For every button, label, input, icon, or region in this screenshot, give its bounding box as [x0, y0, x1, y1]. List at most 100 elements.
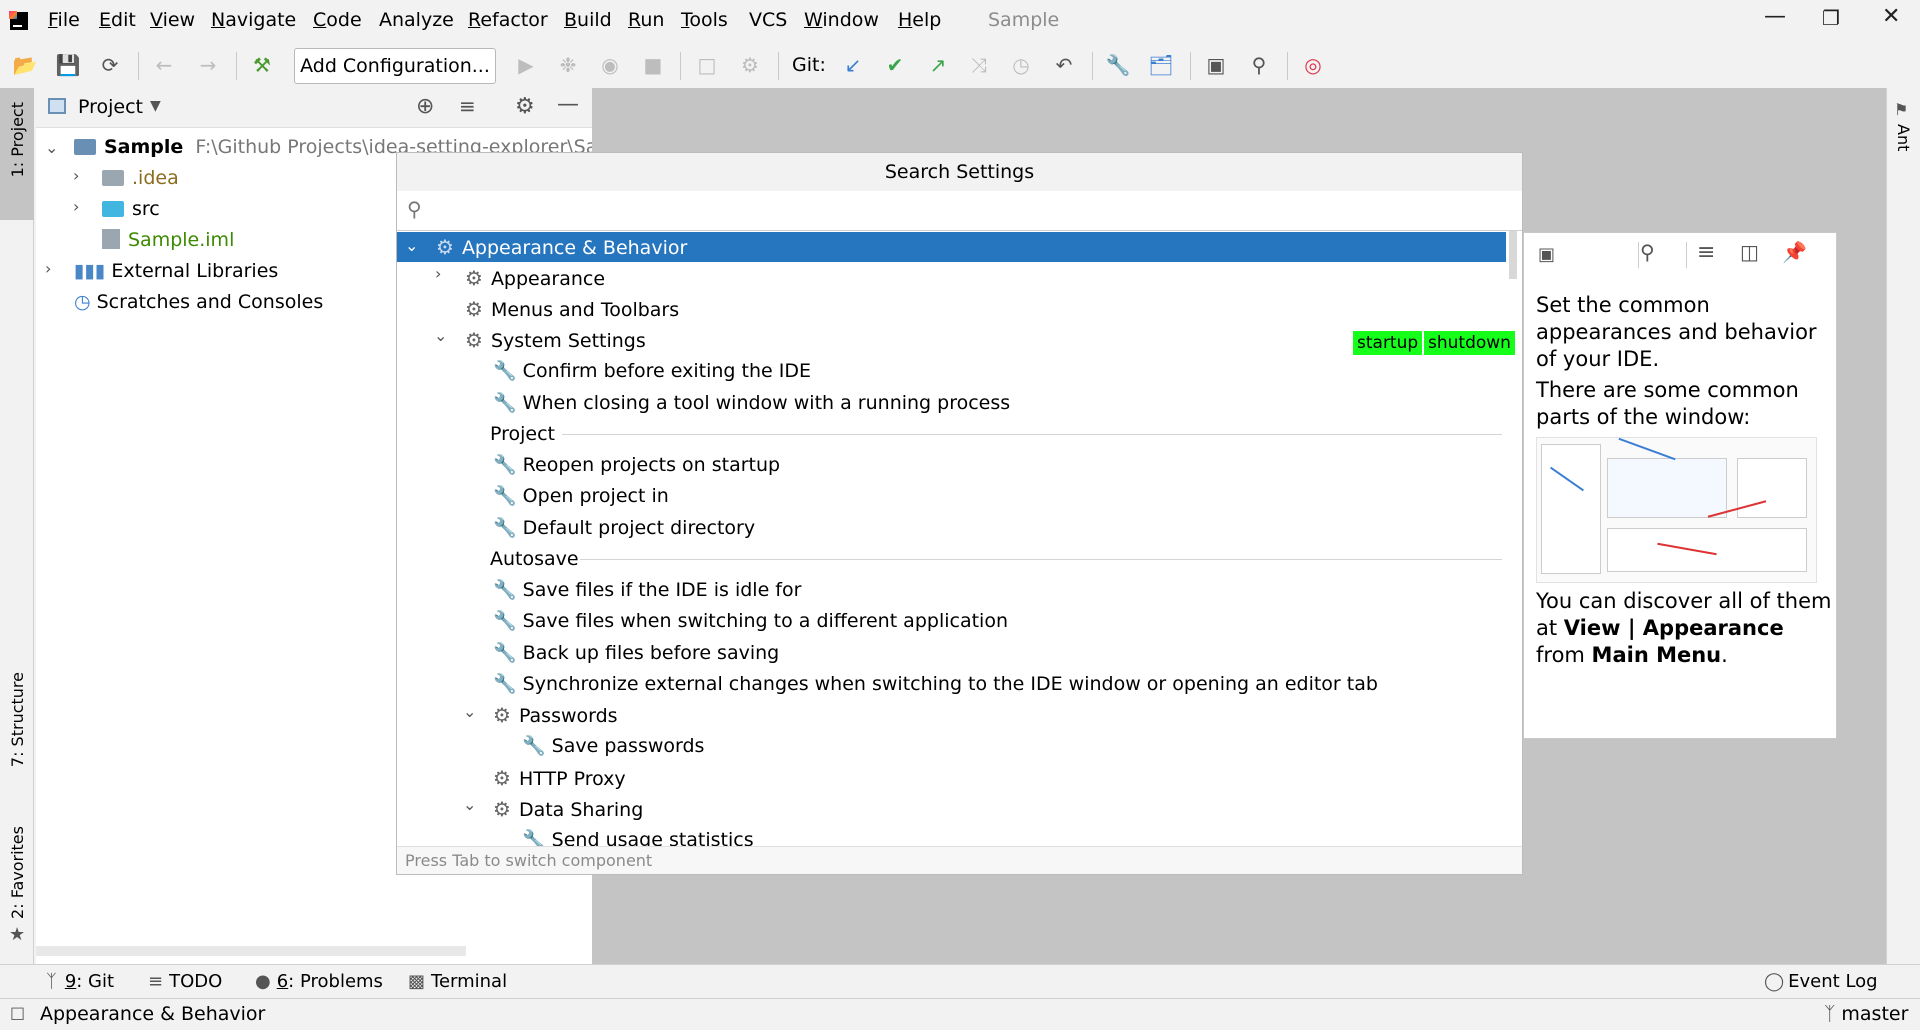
section-project: Project	[490, 423, 556, 445]
forward-arrow-icon[interactable]: →	[195, 52, 221, 78]
collapse-all-icon[interactable]: ≡	[459, 94, 476, 118]
tree-item-iml[interactable]: Sample.iml	[102, 229, 234, 251]
wrench-icon: 🔧	[493, 485, 517, 507]
attach-debugger-icon[interactable]: □	[694, 52, 720, 78]
tab-problems[interactable]: ● 6: Problems	[255, 971, 383, 992]
terminal-window-icon[interactable]: ▣	[1203, 52, 1229, 78]
setting-sync-external[interactable]: 🔧 Synchronize external changes when switc…	[493, 669, 1378, 699]
expanded-chevron-icon[interactable]: ⌄	[434, 326, 447, 345]
horizontal-scrollbar[interactable]	[36, 946, 466, 956]
setting-confirm-exit[interactable]: 🔧 Confirm before exiting the IDE	[493, 356, 811, 386]
search-everywhere-icon[interactable]: ⚲	[1246, 52, 1272, 78]
menu-refactor[interactable]: Refactor	[468, 9, 548, 31]
menu-window[interactable]: Window	[804, 9, 879, 31]
back-arrow-icon[interactable]: ←	[151, 52, 177, 78]
split-view-icon[interactable]: ◫	[1740, 240, 1759, 264]
git-branch-widget[interactable]: ᛉ master	[1824, 1003, 1908, 1025]
coverage-icon[interactable]: ◉	[597, 52, 623, 78]
tab-todo[interactable]: ≡ TODO	[148, 971, 222, 992]
setting-data-sharing[interactable]: ⚙ Data Sharing	[493, 794, 643, 824]
collapsed-chevron-icon[interactable]: ›	[73, 166, 79, 185]
gear-icon: ⚙	[465, 297, 483, 321]
tab-event-log[interactable]: ◯ Event Log	[1764, 971, 1878, 992]
tab-ant[interactable]: Ant	[1894, 124, 1913, 151]
expand-chevron-icon[interactable]: ⌄	[45, 138, 58, 157]
tab-terminal[interactable]: ▩ Terminal	[408, 971, 507, 992]
chevron-down-icon[interactable]: ▼	[150, 98, 161, 114]
minimize-icon[interactable]: —	[1764, 4, 1786, 29]
setting-passwords[interactable]: ⚙ Passwords	[493, 700, 618, 730]
status-toggle-icon[interactable]: □	[10, 1003, 25, 1022]
tree-item-external-libraries[interactable]: ▮▮▮ External Libraries	[74, 260, 278, 282]
find-usages-icon[interactable]: ⚲	[1640, 240, 1655, 264]
close-window-icon[interactable]: ✕	[1882, 4, 1900, 29]
menu-tools[interactable]: Tools	[681, 9, 728, 31]
setting-reopen-projects[interactable]: 🔧 Reopen projects on startup	[493, 450, 780, 480]
setting-backup-files[interactable]: 🔧 Back up files before saving	[493, 638, 779, 668]
git-update-icon[interactable]: ↙	[840, 52, 866, 78]
expanded-chevron-icon[interactable]: ⌄	[405, 236, 418, 255]
stop-icon[interactable]: ■	[640, 52, 666, 78]
pin-icon[interactable]: 📌	[1782, 240, 1807, 264]
tab-favorites[interactable]: 2: Favorites	[8, 826, 27, 919]
setting-send-usage[interactable]: 🔧 Send usage statistics	[522, 825, 754, 846]
setting-save-switching[interactable]: 🔧 Save files when switching to a differen…	[493, 606, 1008, 636]
tab-git[interactable]: ᛉ 9: Git	[46, 971, 114, 992]
menu-analyze[interactable]: Analyze	[379, 9, 454, 31]
git-history-icon[interactable]: ◷	[1008, 52, 1034, 78]
save-all-icon[interactable]: 💾	[55, 52, 81, 78]
git-push-icon[interactable]: ↗	[925, 52, 951, 78]
project-view-selector[interactable]: Project	[78, 96, 143, 118]
profiler-icon[interactable]: ⚙	[737, 52, 763, 78]
setting-menus-toolbars[interactable]: ⚙ Menus and Toolbars	[465, 294, 679, 324]
setting-system-settings[interactable]: ⚙ System Settings	[465, 325, 646, 355]
menu-build[interactable]: Build	[564, 9, 612, 31]
settings-search-input[interactable]	[437, 195, 1507, 225]
panel-gear-icon[interactable]: ⚙	[515, 94, 535, 119]
debug-icon[interactable]: ❉	[555, 52, 581, 78]
expanded-chevron-icon[interactable]: ⌄	[463, 702, 476, 721]
hide-panel-icon[interactable]: —	[557, 92, 579, 117]
git-commit-icon[interactable]: ✔	[882, 52, 908, 78]
plugin-target-icon[interactable]: ◎	[1300, 52, 1326, 78]
settings-wrench-icon[interactable]: 🔧	[1105, 52, 1131, 78]
rollback-icon[interactable]: ↶	[1051, 52, 1077, 78]
restore-icon[interactable]: ❐	[1822, 6, 1840, 30]
run-icon[interactable]: ▶	[513, 52, 539, 78]
tree-scrollbar-thumb[interactable]	[1509, 231, 1517, 279]
menu-navigate[interactable]: Navigate	[211, 9, 296, 31]
menu-edit[interactable]: Edit	[99, 9, 136, 31]
setting-http-proxy[interactable]: ⚙ HTTP Proxy	[493, 763, 626, 793]
collapsed-chevron-icon[interactable]: ›	[73, 197, 79, 216]
tree-item-src[interactable]: src	[102, 198, 160, 220]
build-hammer-icon[interactable]: ⚒	[249, 52, 275, 78]
edit-source-icon[interactable]: ▣	[1538, 244, 1555, 265]
menu-vcs[interactable]: VCS	[749, 9, 787, 31]
menu-view[interactable]: View	[150, 9, 195, 31]
open-folder-icon[interactable]: 📂	[12, 52, 38, 78]
menu-file[interactable]: File	[48, 9, 80, 31]
expanded-chevron-icon[interactable]: ⌄	[463, 795, 476, 814]
setting-save-idle[interactable]: 🔧 Save files if the IDE is idle for	[493, 575, 801, 605]
setting-save-passwords[interactable]: 🔧 Save passwords	[522, 731, 704, 761]
list-view-icon[interactable]: ≡	[1697, 240, 1715, 265]
setting-default-project-dir[interactable]: 🔧 Default project directory	[493, 513, 755, 543]
setting-appearance[interactable]: ⚙ Appearance	[465, 263, 605, 293]
menu-run[interactable]: Run	[628, 9, 664, 31]
tab-structure[interactable]: 7: Structure	[8, 672, 27, 767]
collapsed-chevron-icon[interactable]: ›	[435, 264, 441, 283]
locate-file-icon[interactable]: ⊕	[416, 94, 434, 119]
setting-open-project-in[interactable]: 🔧 Open project in	[493, 481, 669, 511]
git-compare-icon[interactable]: ⤨	[966, 52, 992, 78]
menu-code[interactable]: Code	[313, 9, 362, 31]
synchronize-icon[interactable]: ⟳	[97, 52, 123, 78]
setting-appearance-behavior[interactable]: ⚙ Appearance & Behavior	[436, 232, 687, 262]
collapsed-chevron-icon[interactable]: ›	[45, 259, 51, 278]
menu-help[interactable]: Help	[898, 9, 941, 31]
add-configuration-button[interactable]: Add Configuration...	[294, 48, 496, 84]
tab-project[interactable]: 1: Project	[0, 88, 34, 220]
tree-item-idea[interactable]: .idea	[102, 167, 179, 189]
tree-item-scratches[interactable]: ◷ Scratches and Consoles	[74, 291, 323, 313]
project-structure-icon[interactable]: 🗂	[1148, 52, 1174, 78]
setting-closing-tool-window[interactable]: 🔧 When closing a tool window with a runni…	[493, 388, 1010, 418]
